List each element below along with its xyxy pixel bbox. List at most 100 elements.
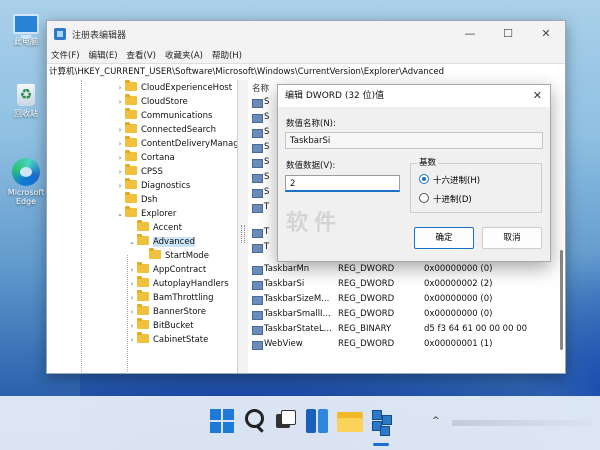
tree-item[interactable]: › AppContract <box>127 262 206 277</box>
desktop-icon-edge[interactable]: Microsoft Edge <box>2 158 50 206</box>
tree-item[interactable]: › CloudExperienceHost <box>115 80 232 95</box>
dialog-title-bar[interactable]: 编辑 DWORD (32 位)值 ✕ <box>278 85 550 107</box>
value-data-label: 数值数据(V): <box>286 161 336 171</box>
expand-chevron-icon[interactable]: › <box>127 263 137 277</box>
expand-chevron-icon[interactable]: › <box>127 333 137 347</box>
radio-decimal[interactable]: 十进制(D) <box>419 193 472 205</box>
tree-item[interactable]: › CloudStore <box>115 94 188 109</box>
radio-selected-icon <box>419 174 429 184</box>
active-app-indicator <box>373 443 389 446</box>
radio-unselected-icon <box>419 193 429 203</box>
widgets-icon[interactable] <box>303 406 333 436</box>
expand-chevron-icon[interactable]: › <box>115 95 125 109</box>
ok-button[interactable]: 确定 <box>414 227 474 249</box>
value-data-input[interactable]: 2 <box>285 175 400 192</box>
value-row[interactable]: TaskbarMn REG_DWORD 0x00000000 (0) <box>248 262 565 277</box>
folder-icon <box>149 248 161 259</box>
task-view-icon[interactable] <box>270 406 300 436</box>
search-icon[interactable] <box>241 406 271 436</box>
expand-chevron-icon[interactable]: › <box>127 319 137 333</box>
base-group-title: 基数 <box>417 156 439 168</box>
value-name-field: TaskbarSi <box>285 132 543 149</box>
cancel-button[interactable]: 取消 <box>482 227 542 249</box>
expand-chevron-icon[interactable]: › <box>115 151 125 165</box>
tree-item[interactable]: Communications <box>115 108 212 123</box>
key-tree[interactable]: › CloudExperienceHost › CloudStore Communi… <box>47 80 238 373</box>
value-row[interactable]: TaskbarSi REG_DWORD 0x00000002 (2) <box>248 277 565 292</box>
vertical-scrollbar[interactable] <box>560 250 563 350</box>
menu-favorites[interactable]: 收藏夹(A) <box>165 49 203 61</box>
menu-edit[interactable]: 编辑(E) <box>89 49 118 61</box>
address-bar[interactable]: 计算机\HKEY_CURRENT_USER\Software\Microsoft… <box>47 63 565 81</box>
tree-item[interactable]: StartMode <box>139 248 209 263</box>
title-bar[interactable]: 注册表编辑器 — ☐ ✕ <box>47 21 565 47</box>
folder-icon <box>125 94 137 105</box>
tree-item[interactable]: › Cortana <box>115 150 175 165</box>
tree-item[interactable]: Accent <box>127 220 182 235</box>
dword-value-icon <box>252 281 263 290</box>
tree-item[interactable]: › AutoplayHandlers <box>127 276 229 291</box>
tree-item[interactable]: › ConnectedSearch <box>115 122 216 137</box>
dword-value-icon <box>252 189 263 198</box>
dword-value-icon <box>252 129 263 138</box>
pane-splitter[interactable] <box>238 80 248 373</box>
column-header-name[interactable]: 名称 <box>252 82 269 94</box>
desktop-icon-this-pc[interactable]: 此电脑 <box>2 8 50 47</box>
radio-hexadecimal[interactable]: 十六进制(H) <box>419 174 480 186</box>
expand-chevron-icon[interactable]: › <box>127 305 137 319</box>
folder-icon <box>137 234 149 245</box>
expand-chevron-icon[interactable]: › <box>115 179 125 193</box>
edge-icon <box>12 158 40 186</box>
desktop-icon-recycle-bin[interactable]: ♻ 回收站 <box>2 84 50 119</box>
tree-item[interactable]: › Diagnostics <box>115 178 190 193</box>
system-tray[interactable] <box>452 420 592 426</box>
dword-value-icon <box>252 311 263 320</box>
expand-chevron-icon[interactable]: › <box>115 137 125 151</box>
collapse-chevron-icon[interactable]: ⌄ <box>115 207 125 221</box>
file-explorer-icon[interactable] <box>335 406 365 436</box>
minimize-button[interactable]: — <box>451 21 489 47</box>
watermark: 软件 <box>286 211 343 236</box>
dword-value-icon <box>252 159 263 168</box>
value-row[interactable]: TaskbarSizeM... REG_DWORD 0x00000000 (0) <box>248 292 565 307</box>
tree-item[interactable]: › CPSS <box>115 164 163 179</box>
menu-view[interactable]: 查看(V) <box>127 49 156 61</box>
value-row[interactable]: WebView REG_DWORD 0x00000001 (1) <box>248 337 565 352</box>
folder-icon <box>137 290 149 301</box>
tree-item-selected[interactable]: ⌄ Advanced <box>127 234 195 249</box>
tree-item[interactable]: › CabinetState <box>127 332 208 347</box>
value-row[interactable]: TaskbarSmallI... REG_DWORD 0x00000000 (0) <box>248 307 565 322</box>
expand-chevron-icon[interactable]: › <box>127 291 137 305</box>
base-group: 基数 十六进制(H) 十进制(D) <box>410 156 542 213</box>
registry-editor-taskbar-icon[interactable] <box>366 406 396 436</box>
expand-chevron-icon[interactable]: › <box>127 277 137 291</box>
folder-icon <box>137 262 149 273</box>
folder-icon <box>125 178 137 189</box>
maximize-button[interactable]: ☐ <box>489 21 527 47</box>
tree-guide-line <box>81 80 82 372</box>
expand-chevron-icon[interactable]: › <box>115 81 125 95</box>
tree-item[interactable]: › BannerStore <box>127 304 206 319</box>
menu-file[interactable]: 文件(F) <box>51 49 80 61</box>
binary-value-icon <box>252 326 263 335</box>
tree-item[interactable]: ⌄ Explorer <box>115 206 176 221</box>
expand-chevron-icon[interactable]: › <box>115 165 125 179</box>
close-button[interactable]: ✕ <box>527 21 565 47</box>
tree-item[interactable]: › BitBucket <box>127 318 194 333</box>
folder-icon <box>125 192 137 203</box>
folder-icon <box>125 164 137 175</box>
folder-icon <box>137 332 149 343</box>
start-icon[interactable] <box>207 406 237 436</box>
tree-item[interactable]: › BamThrottling <box>127 290 214 305</box>
menu-help[interactable]: 帮助(H) <box>212 49 242 61</box>
window-title: 注册表编辑器 <box>72 30 127 41</box>
value-name-label: 数值名称(N): <box>286 119 336 129</box>
collapse-chevron-icon[interactable]: ⌄ <box>127 235 137 249</box>
value-row[interactable]: TaskbarStateL... REG_BINARY d5 f3 64 61 00… <box>248 322 565 337</box>
tree-item[interactable]: › ContentDeliveryManag <box>115 136 237 151</box>
expand-chevron-icon[interactable]: › <box>115 123 125 137</box>
dialog-close-icon[interactable]: ✕ <box>533 85 542 107</box>
splitter-grip[interactable] <box>241 225 245 243</box>
tree-item[interactable]: Dsh <box>115 192 157 207</box>
show-hidden-icons-chevron-icon[interactable]: ^ <box>432 416 440 426</box>
